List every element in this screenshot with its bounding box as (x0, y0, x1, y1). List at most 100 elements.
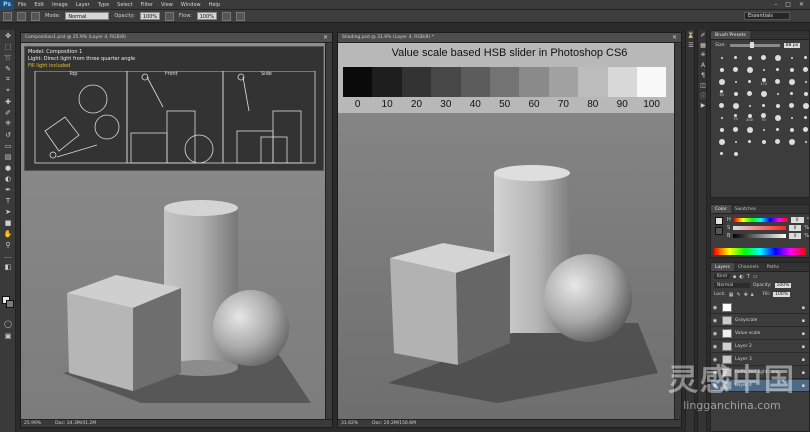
brush-preset[interactable] (729, 64, 742, 75)
airbrush-icon[interactable] (221, 11, 231, 21)
clone-source-panel-icon[interactable]: ⎈ (698, 50, 708, 60)
zoom-level[interactable]: 25.99% (24, 420, 41, 427)
type-tool-icon[interactable]: T (0, 195, 16, 206)
brush-size-icon[interactable] (17, 11, 26, 21)
lock-paint-icon[interactable]: ✎ (737, 292, 741, 298)
brush-preset[interactable] (729, 148, 742, 159)
lock-transparency-icon[interactable]: ▦ (729, 292, 734, 298)
workspace-select[interactable]: Essentials (744, 12, 790, 20)
lock-all-icon[interactable]: 🔒︎ (751, 292, 754, 298)
tab-paths[interactable]: Paths (763, 263, 783, 271)
default-colors-icon[interactable]: ◧ (0, 261, 16, 272)
quick-mask-icon[interactable]: ◯ (0, 318, 16, 329)
brush-tool-preset-icon[interactable] (3, 11, 12, 21)
brush-preset[interactable] (799, 136, 810, 147)
brush-panel-toggle-icon[interactable] (31, 11, 40, 21)
brush-preset[interactable] (771, 88, 784, 99)
move-tool-icon[interactable]: ✥ (0, 30, 16, 41)
layer-row[interactable]: ◉ Value scale ▪ (711, 328, 809, 340)
path-select-tool-icon[interactable]: ➤ (0, 206, 16, 217)
menu-type[interactable]: Type (94, 2, 113, 8)
paragraph-panel-icon[interactable]: ¶ (698, 70, 708, 80)
brush-preset[interactable] (771, 112, 784, 123)
visibility-eye-icon[interactable]: ◉ (711, 331, 719, 337)
tab-layers[interactable]: Layers (711, 263, 734, 271)
brush-preset[interactable] (715, 76, 728, 87)
saturation-slider[interactable] (733, 226, 786, 230)
hue-slider[interactable] (733, 218, 788, 222)
saturation-value[interactable]: 0 (788, 225, 802, 231)
mode-select[interactable]: Normal (65, 12, 110, 20)
brush-preset[interactable] (743, 52, 756, 63)
brush-preset[interactable] (743, 100, 756, 111)
brush-preset[interactable] (715, 124, 728, 135)
lock-position-icon[interactable]: ✥ (744, 292, 748, 298)
brush-preset[interactable] (785, 76, 798, 87)
brush-preset[interactable] (715, 64, 728, 75)
menu-view[interactable]: View (157, 2, 177, 8)
vertical-scrollbar[interactable] (325, 43, 332, 419)
color-ramp[interactable] (714, 248, 806, 255)
filter-adjust-icon[interactable]: ◐ (739, 274, 743, 280)
close-icon[interactable]: ✕ (799, 1, 804, 8)
screen-mode-icon[interactable]: ▣ (0, 330, 16, 341)
layer-filter-kind[interactable]: Kind (714, 274, 730, 279)
color-foreground-swatch[interactable] (715, 217, 723, 225)
filter-shape-icon[interactable]: ▭ (753, 274, 758, 280)
brush-preset[interactable] (757, 52, 770, 63)
brush-preset[interactable] (785, 88, 798, 99)
crop-tool-icon[interactable]: ⌗ (0, 74, 16, 85)
info-panel-icon[interactable]: ⓘ (698, 90, 708, 100)
brush-preset[interactable]: 70 (757, 112, 770, 123)
brush-preset[interactable] (799, 100, 810, 111)
menu-help[interactable]: Help (205, 2, 224, 8)
brush-preset[interactable] (785, 112, 798, 123)
brush-size-slider[interactable] (729, 41, 780, 48)
layer-row[interactable]: ◉ ▪ (711, 302, 809, 314)
brush-preset[interactable] (743, 64, 756, 75)
tab-channels[interactable]: Channels (734, 263, 763, 271)
document-tab[interactable]: Shading.psd @ 31.6% (Layer 4, RGB/8) * (338, 33, 681, 43)
document-tab[interactable]: Composition1.psd @ 25.9% (Layer 4, RGB/8… (21, 33, 332, 43)
filter-pixel-icon[interactable]: ▪ (733, 274, 736, 280)
visibility-eye-icon[interactable]: ◉ (711, 305, 719, 311)
tab-color[interactable]: Color (711, 205, 731, 213)
pressure-size-icon[interactable] (235, 11, 245, 21)
brush-panel-icon[interactable]: ✐ (698, 30, 708, 40)
brush-preset[interactable] (743, 124, 756, 135)
brush-preset[interactable] (771, 64, 784, 75)
brush-preset[interactable] (785, 52, 798, 63)
gradient-tool-icon[interactable]: ▤ (0, 151, 16, 162)
brush-preset[interactable] (715, 148, 728, 159)
brush-preset[interactable]: 30 (715, 88, 728, 99)
navigator-panel-icon[interactable]: ◫ (698, 80, 708, 90)
brush-preset[interactable]: 200 (743, 112, 756, 123)
visibility-eye-icon[interactable]: ◉ (711, 318, 719, 324)
brush-preset[interactable] (785, 124, 798, 135)
hue-value[interactable]: 0 (790, 217, 804, 223)
brush-preset[interactable] (715, 112, 728, 123)
brush-preset[interactable] (799, 112, 810, 123)
brush-preset[interactable] (799, 52, 810, 63)
layer-opacity-value[interactable]: 100% (774, 283, 792, 288)
brush-preset[interactable] (757, 100, 770, 111)
menu-select[interactable]: Select (113, 2, 136, 8)
menu-image[interactable]: Image (48, 2, 72, 8)
lasso-tool-icon[interactable]: ➰ (0, 52, 16, 63)
brush-preset[interactable]: 70 (729, 112, 742, 123)
actions-panel-icon[interactable]: ▶ (698, 100, 708, 110)
brush-preset[interactable] (757, 124, 770, 135)
history-brush-tool-icon[interactable]: ↺ (0, 129, 16, 140)
zoom-level[interactable]: 31.62% (341, 420, 358, 427)
close-document-icon[interactable]: ✕ (323, 33, 328, 43)
menu-layer[interactable]: Layer (72, 2, 94, 8)
brush-preset[interactable] (729, 88, 742, 99)
menu-edit[interactable]: Edit (30, 2, 48, 8)
layer-row[interactable]: ◉ Layer 2 ▪ (711, 341, 809, 353)
history-panel-icon[interactable]: ⌛ (686, 30, 696, 40)
marquee-tool-icon[interactable]: ⬚ (0, 41, 16, 52)
brush-preset[interactable] (729, 52, 742, 63)
eyedropper-tool-icon[interactable]: ⌖ (0, 85, 16, 96)
blend-mode-select[interactable]: Normal (714, 283, 750, 288)
brush-preset[interactable] (771, 136, 784, 147)
